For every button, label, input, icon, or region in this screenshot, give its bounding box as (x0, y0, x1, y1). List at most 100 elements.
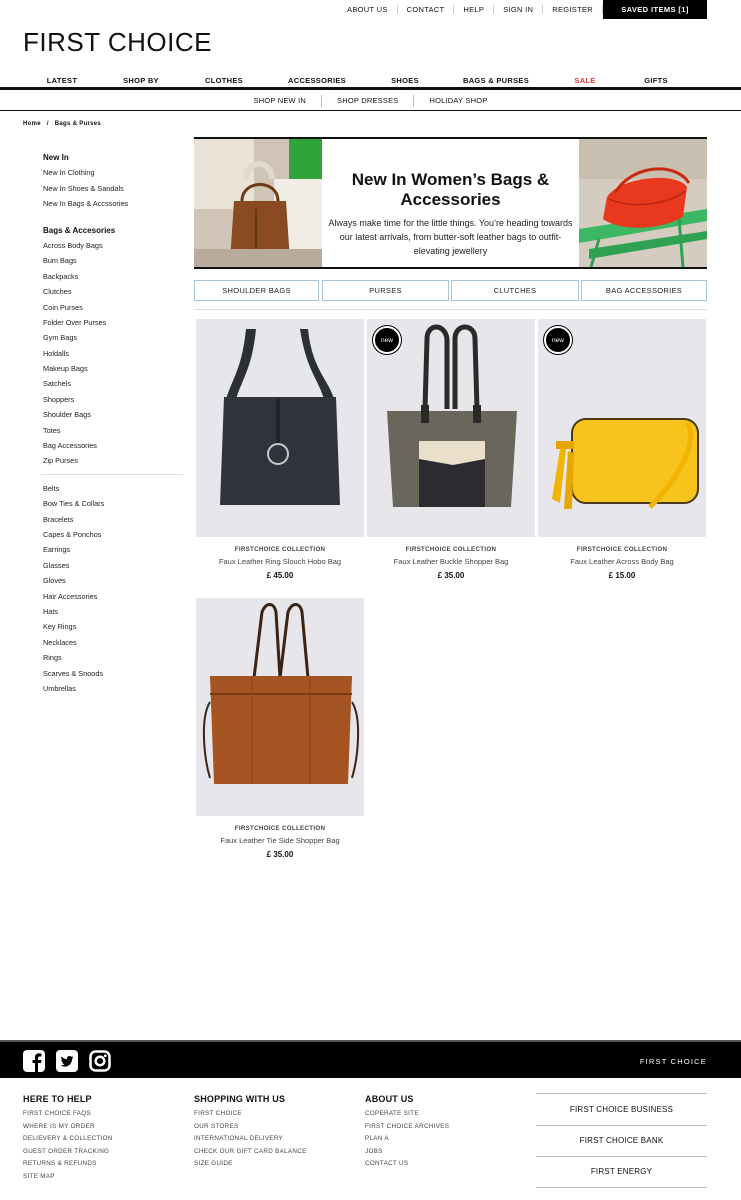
category-shoulder-bags-button[interactable]: SHOULDER BAGS (194, 280, 319, 301)
sidebar-item-across-body-bags[interactable]: Across Body Bags (43, 238, 183, 253)
product-brand: FIRSTCHOICE COLLECTION (234, 825, 326, 832)
sidebar-item-holdalls[interactable]: Holdalls (43, 346, 183, 361)
footer-link-international-delivery[interactable]: INTERNATIONAL DELIVERY (194, 1133, 307, 1146)
footer-help-heading: HERE TO HELP (23, 1094, 92, 1104)
product-brand: FIRSTCHOICE COLLECTION (234, 546, 326, 553)
nav-sale[interactable]: SALE (574, 76, 595, 85)
nav-shoes[interactable]: SHOES (391, 76, 419, 85)
footer-link-first-choice[interactable]: FIRST CHOICE (194, 1108, 307, 1121)
sidebar-item-hats[interactable]: Hats (43, 604, 183, 619)
sidebar-item-belts[interactable]: Belts (43, 481, 183, 496)
product-name[interactable]: Faux Leather Ring Slouch Hobo Bag (196, 557, 364, 566)
footer-link-first-choice-archives[interactable]: FIRST CHOICE ARCHIVES (365, 1121, 449, 1134)
footer-energy-link[interactable]: FIRST ENERGY (536, 1156, 707, 1188)
footer-link-our-stores[interactable]: OUR STORES (194, 1121, 307, 1134)
sidebar-item-new-in-shoes-and-sandals[interactable]: New In Shoes & Sandals (43, 181, 183, 196)
nav-latest[interactable]: LATEST (47, 76, 77, 85)
product-name[interactable]: Faux Leather Tie Side Shopper Bag (196, 836, 364, 845)
footer-link-site-map[interactable]: SITE MAP (23, 1171, 113, 1184)
product-image[interactable]: new (538, 319, 706, 537)
sidebar-item-earrings[interactable]: Earrings (43, 542, 183, 557)
product-card[interactable]: FIRSTCHOICE COLLECTION Faux Leather Tie … (196, 598, 364, 859)
site-logo[interactable]: FIRST CHOICE (23, 27, 212, 58)
sidebar-heading-bags[interactable]: Bags & Accesories (43, 223, 183, 238)
sidebar-item-new-in-clothing[interactable]: New In Clothing (43, 165, 183, 180)
footer-link-jobs[interactable]: JOBS (365, 1146, 449, 1159)
twitter-icon[interactable] (56, 1050, 78, 1072)
sidebar-item-necklaces[interactable]: Necklaces (43, 635, 183, 650)
nav-accessories[interactable]: ACCESSORIES (288, 76, 346, 85)
sidebar-item-glasses[interactable]: Glasses (43, 558, 183, 573)
sidebar-item-totes[interactable]: Totes (43, 423, 183, 438)
subnav-shop-new-in[interactable]: SHOP NEW IN (239, 95, 323, 107)
nav-bags-purses[interactable]: BAGS & PURSES (463, 76, 529, 85)
footer-business-link[interactable]: FIRST CHOICE BUSINESS (536, 1093, 707, 1125)
sidebar-item-shoulder-bags[interactable]: Shoulder Bags (43, 407, 183, 422)
product-card[interactable]: FIRSTCHOICE COLLECTION Faux Leather Ring… (196, 319, 364, 580)
subnav-shop-dresses[interactable]: SHOP DRESSES (322, 95, 415, 107)
contact-link[interactable]: CONTACT (398, 5, 455, 14)
footer-link-where-is-my-order[interactable]: WHERE IS MY ORDER (23, 1121, 113, 1134)
footer-link-delievery-and-collection[interactable]: DELIEVERY & COLLECTION (23, 1133, 113, 1146)
category-buttons: SHOULDER BAGS PURSES CLUTCHES BAG ACCESS… (194, 280, 707, 301)
instagram-icon[interactable] (89, 1050, 111, 1072)
nav-gifts[interactable]: GIFTS (644, 76, 668, 85)
footer-link-check-our-gift-card-balance[interactable]: CHECK OUR GIFT CARD BALANCE (194, 1146, 307, 1159)
hero-banner: New In Women’s Bags & Accessories Always… (194, 137, 707, 269)
footer-link-plan-a[interactable]: PLAN A (365, 1133, 449, 1146)
category-purses-button[interactable]: PURSES (322, 280, 449, 301)
register-link[interactable]: REGISTER (543, 5, 603, 14)
footer-link-guest-order-tracking[interactable]: GUEST ORDER TRACKING (23, 1146, 113, 1159)
product-card[interactable]: new FIRSTCHOICE COLLECTION Faux Leather … (538, 319, 706, 580)
category-bag-accessories-button[interactable]: BAG ACCESSORIES (581, 280, 707, 301)
sidebar-item-capes-and-ponchos[interactable]: Capes & Ponchos (43, 527, 183, 542)
help-link[interactable]: HELP (454, 5, 495, 14)
footer-link-first-choice-faqs[interactable]: FIRST CHOICE FAQS (23, 1108, 113, 1121)
product-name[interactable]: Faux Leather Buckle Shopper Bag (367, 557, 535, 566)
sidebar-item-folder-over-purses[interactable]: Folder Over Purses (43, 315, 183, 330)
sidebar-item-backpacks[interactable]: Backpacks (43, 269, 183, 284)
sidebar-item-hair-accessories[interactable]: Hair Accessories (43, 589, 183, 604)
product-card[interactable]: new FIRSTCHOICE COLLECTION Faux Leather … (367, 319, 535, 580)
category-clutches-button[interactable]: CLUTCHES (451, 280, 579, 301)
product-image[interactable] (196, 319, 364, 537)
product-name[interactable]: Faux Leather Across Body Bag (538, 557, 706, 566)
about-us-link[interactable]: ABOUT US (338, 5, 398, 14)
footer-link-size-guide[interactable]: SIZE GUIDE (194, 1158, 307, 1171)
sidebar-item-bow-ties-and-collars[interactable]: Bow Ties & Collars (43, 496, 183, 511)
footer-bank-link[interactable]: FIRST CHOICE BANK (536, 1124, 707, 1157)
product-image[interactable] (196, 598, 364, 816)
subnav-holiday-shop[interactable]: HOLIDAY SHOP (414, 95, 502, 107)
sidebar-item-bum-bags[interactable]: Bum Bags (43, 253, 183, 268)
sidebar-item-bag-accessories[interactable]: Bag Accessories (43, 438, 183, 453)
breadcrumb-home[interactable]: Home (23, 121, 41, 127)
sidebar-item-umbrellas[interactable]: Umbrellas (43, 681, 183, 696)
sign-in-link[interactable]: SIGN IN (494, 5, 544, 14)
sidebar-item-satchels[interactable]: Satchels (43, 376, 183, 391)
footer-link-returns-and-refunds[interactable]: RETURNS & REFUNDS (23, 1158, 113, 1171)
sidebar-item-gloves[interactable]: Gloves (43, 573, 183, 588)
nav-clothes[interactable]: CLOTHES (205, 76, 243, 85)
sidebar-item-coin-purses[interactable]: Coin Purses (43, 300, 183, 315)
footer-link-contact-us[interactable]: CONTACT US (365, 1158, 449, 1171)
sidebar-item-clutches[interactable]: Clutches (43, 284, 183, 299)
sidebar-item-rings[interactable]: Rings (43, 650, 183, 665)
sidebar-item-gym-bags[interactable]: Gym Bags (43, 330, 183, 345)
sidebar-item-scarves-and-snoods[interactable]: Scarves & Snoods (43, 666, 183, 681)
sidebar-item-bracelets[interactable]: Bracelets (43, 512, 183, 527)
sidebar-item-shoppers[interactable]: Shoppers (43, 392, 183, 407)
sidebar-divider (41, 473, 183, 475)
sidebar-item-new-in-bags-and-accssories[interactable]: New In Bags & Accssories (43, 196, 183, 211)
sidebar-item-key-rings[interactable]: Key Rings (43, 619, 183, 634)
footer-brand: FIRST CHOICE (639, 1057, 707, 1066)
sidebar-item-makeup-bags[interactable]: Makeup Bags (43, 361, 183, 376)
sidebar-heading-new-in[interactable]: New In (43, 150, 183, 165)
sidebar-item-zip-purses[interactable]: Zip Purses (43, 453, 183, 468)
footer-help-column: HERE TO HELP FIRST CHOICE FAQS WHERE IS M… (23, 1094, 113, 1184)
facebook-icon[interactable] (23, 1050, 45, 1072)
hero-image-tote (194, 139, 322, 267)
product-image[interactable]: new (367, 319, 535, 537)
nav-shop-by[interactable]: SHOP BY (123, 76, 159, 85)
saved-items-button[interactable]: SAVED ITEMS [1] (603, 0, 707, 19)
footer-link-coperate-site[interactable]: COPERATE SITE (365, 1108, 449, 1121)
